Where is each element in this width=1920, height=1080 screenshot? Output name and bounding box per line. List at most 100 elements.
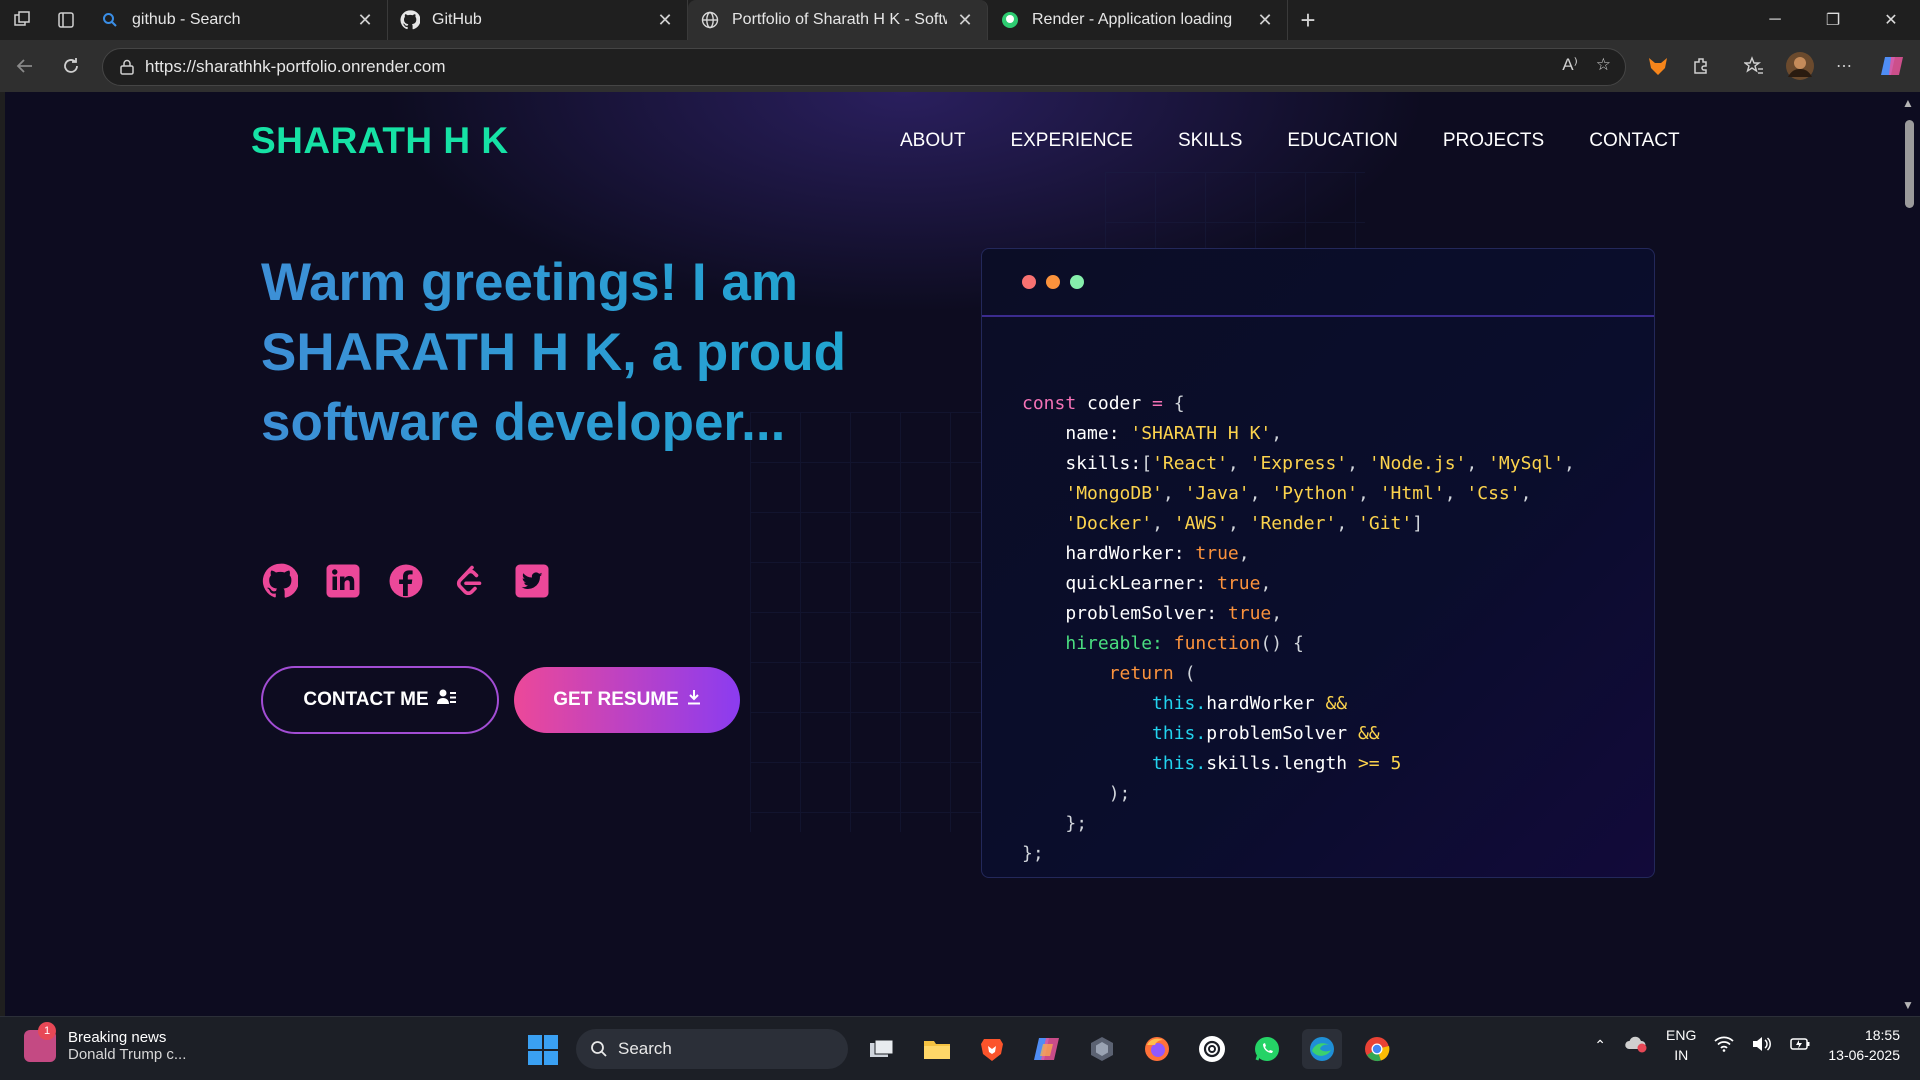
contact-me-label: CONTACT ME — [303, 689, 429, 710]
social-links — [261, 562, 551, 600]
nav-skills[interactable]: SKILLS — [1178, 130, 1242, 152]
facebook-icon[interactable] — [387, 562, 425, 600]
code-snippet: const coder = { name: 'SHARATH H K', ski… — [1022, 359, 1575, 869]
address-bar[interactable]: https://sharathhk-portfolio.onrender.com… — [102, 48, 1626, 86]
github-icon — [400, 10, 420, 30]
news-widget[interactable]: 1 Breaking news Donald Trump c... — [24, 1022, 186, 1063]
tab-github[interactable]: GitHub ✕ — [388, 0, 688, 40]
search-icon — [591, 1041, 607, 1057]
start-button[interactable] — [528, 1035, 558, 1065]
chrome-icon[interactable] — [1357, 1029, 1397, 1069]
code-line: }; — [1065, 813, 1088, 834]
close-tab-icon[interactable]: ✕ — [655, 10, 675, 31]
volume-icon[interactable] — [1752, 1036, 1772, 1055]
language-indicator[interactable]: ENG IN — [1666, 1025, 1696, 1065]
nav-education[interactable]: EDUCATION — [1287, 130, 1397, 152]
search-placeholder: Search — [618, 1039, 672, 1058]
scrollbar[interactable]: ▲ ▼ — [1898, 92, 1920, 1016]
code-line: ); — [1108, 783, 1131, 804]
workspaces-icon[interactable] — [0, 0, 44, 40]
onedrive-error-icon[interactable] — [1624, 1035, 1648, 1056]
code-line: skills:['React', 'Express', 'Node.js', '… — [1022, 453, 1575, 474]
battery-icon[interactable] — [1790, 1036, 1810, 1055]
nav-experience[interactable]: EXPERIENCE — [1010, 130, 1132, 152]
scroll-up-icon[interactable]: ▲ — [1902, 96, 1914, 110]
brave-icon[interactable] — [972, 1029, 1012, 1069]
avatar[interactable] — [1782, 46, 1818, 86]
task-view-icon[interactable] — [862, 1029, 902, 1069]
taskbar: 1 Breaking news Donald Trump c... Search… — [0, 1016, 1920, 1080]
firefox-icon[interactable] — [1137, 1029, 1177, 1069]
nav-projects[interactable]: PROJECTS — [1443, 130, 1544, 152]
search-icon — [100, 10, 120, 30]
close-tab-icon[interactable]: ✕ — [355, 10, 375, 31]
date-text: 13-06-2025 — [1828, 1047, 1900, 1063]
tab-title: Portfolio of Sharath H K - Softwar — [732, 11, 947, 28]
edge-icon[interactable] — [1302, 1029, 1342, 1069]
scroll-down-icon[interactable]: ▼ — [1902, 998, 1914, 1012]
background-grid — [750, 412, 1000, 832]
orange-dot-icon — [1046, 275, 1060, 289]
tab-render[interactable]: Render - Application loading ✕ — [988, 0, 1288, 40]
news-icon: 1 — [24, 1022, 56, 1062]
get-resume-button[interactable]: GET RESUME — [514, 667, 740, 733]
code-line: return ( — [1108, 663, 1196, 684]
leetcode-icon[interactable] — [450, 562, 488, 600]
globe-icon — [700, 10, 720, 30]
github-icon[interactable] — [261, 562, 299, 600]
code-window: const coder = { name: 'SHARATH H K', ski… — [981, 248, 1655, 878]
code-window-header — [982, 249, 1654, 317]
lock-icon[interactable] — [109, 59, 145, 75]
twitter-icon[interactable] — [513, 562, 551, 600]
more-options-icon[interactable]: ⋯ — [1826, 46, 1862, 86]
vertical-tabs-icon[interactable] — [44, 0, 88, 40]
contact-me-button[interactable]: CONTACT ME — [261, 666, 499, 734]
code-line: problemSolver: true, — [1022, 603, 1283, 624]
code-line: hardWorker: true, — [1022, 543, 1250, 564]
site-logo[interactable]: SHARATH H K — [251, 120, 509, 162]
code-line: this.hardWorker && — [1152, 693, 1348, 714]
refresh-icon[interactable] — [48, 46, 94, 86]
close-tab-icon[interactable]: ✕ — [955, 10, 975, 31]
minimize-icon[interactable]: ─ — [1746, 0, 1804, 40]
taskbar-search[interactable]: Search — [576, 1029, 848, 1069]
tab-github-search[interactable]: github - Search ✕ — [88, 0, 388, 40]
scrollbar-thumb[interactable] — [1905, 120, 1914, 208]
copilot-icon[interactable] — [1874, 46, 1910, 86]
system-tray: ⌃ ENG IN 18:55 13-06-2025 — [1594, 1025, 1900, 1065]
favorites-icon[interactable] — [1736, 46, 1772, 86]
tab-portfolio[interactable]: Portfolio of Sharath H K - Softwar ✕ — [688, 0, 988, 40]
code-line: this.problemSolver && — [1152, 723, 1380, 744]
wifi-icon[interactable] — [1714, 1036, 1734, 1055]
news-title: Breaking news — [68, 1029, 167, 1046]
site-nav: ABOUT EXPERIENCE SKILLS EDUCATION PROJEC… — [900, 130, 1680, 152]
close-window-icon[interactable]: ✕ — [1862, 0, 1920, 40]
extensions-icon[interactable] — [1684, 46, 1720, 86]
news-badge: 1 — [38, 1022, 56, 1040]
copilot-app-icon[interactable] — [1027, 1029, 1067, 1069]
tab-title: GitHub — [432, 11, 482, 28]
hero-heading: Warm greetings! I am SHARATH H K, a prou… — [261, 248, 901, 458]
chevron-up-icon[interactable]: ⌃ — [1594, 1037, 1606, 1054]
code-line: name: 'SHARATH H K', — [1022, 423, 1283, 444]
code-line: this.skills.length >= 5 — [1152, 753, 1402, 774]
nav-contact[interactable]: CONTACT — [1589, 130, 1679, 152]
chatgpt-icon[interactable] — [1192, 1029, 1232, 1069]
linkedin-icon[interactable] — [324, 562, 362, 600]
whatsapp-icon[interactable] — [1247, 1029, 1287, 1069]
close-tab-icon[interactable]: ✕ — [1255, 10, 1275, 31]
read-aloud-icon[interactable]: A⁾ — [1562, 55, 1578, 75]
pinned-apps — [862, 1029, 1397, 1069]
clock[interactable]: 18:55 13-06-2025 — [1828, 1025, 1900, 1065]
app-hexagon-icon[interactable] — [1082, 1029, 1122, 1069]
nav-about[interactable]: ABOUT — [900, 130, 965, 152]
address-toolbar: https://sharathhk-portfolio.onrender.com… — [0, 40, 1920, 92]
tab-title: Render - Application loading — [1032, 11, 1233, 28]
new-tab-button[interactable]: + — [1288, 0, 1328, 40]
restore-icon[interactable]: ❐ — [1804, 0, 1862, 40]
language-code: ENG — [1666, 1027, 1697, 1043]
extension-fox-icon[interactable] — [1640, 46, 1676, 86]
file-explorer-icon[interactable] — [917, 1029, 957, 1069]
back-icon[interactable] — [2, 46, 48, 86]
favorite-star-icon[interactable]: ☆ — [1596, 55, 1611, 75]
